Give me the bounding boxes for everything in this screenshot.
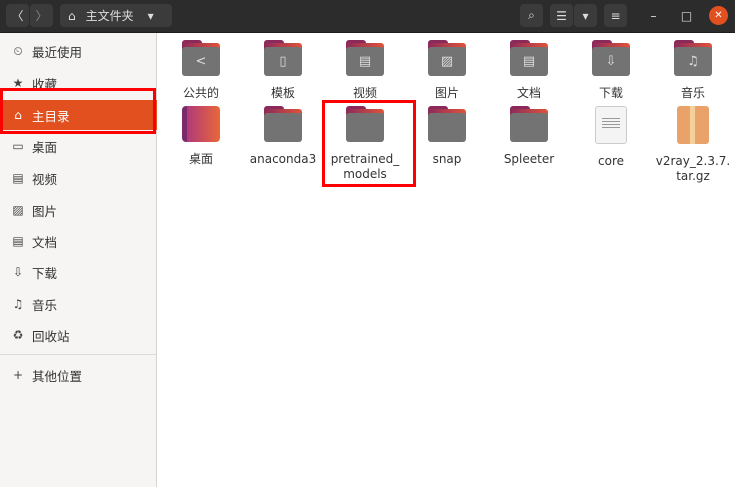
folder-icon [510,106,548,142]
file-name: 文档 [516,86,541,100]
file-item[interactable]: v2ray_2.3.7. tar.gz [652,106,734,184]
file-item[interactable]: Spleeter [488,106,570,167]
file-name: 桌面 [188,152,213,166]
file-name: Spleeter [503,152,555,166]
sidebar-icon: ⇩ [12,265,24,279]
file-name: anaconda3 [249,152,317,166]
location-button[interactable]: ⌂ 主文件夹 ▾ [60,4,172,27]
folder-icon: ♫ [674,40,712,76]
file-item[interactable]: ⇩ 下载 [570,40,652,101]
sidebar-item-label: 其他位置 [32,368,83,384]
file-name: 公共的 [182,86,219,100]
archive-icon [677,106,709,144]
file-name: v2ray_2.3.7. tar.gz [655,154,731,183]
sidebar-item-label: 桌面 [32,139,58,155]
sidebar-icon: ▨ [12,203,24,217]
text-file-icon [595,106,627,144]
sidebar-item-label: 最近使用 [32,44,83,60]
file-item[interactable]: anaconda3 [242,106,324,167]
desktop-folder-icon [182,106,220,142]
sidebar-icon: ▭ [12,139,24,153]
file-name: 模板 [270,86,295,100]
sidebar-item-3[interactable]: ▭ 桌面 [0,131,157,161]
folder-icon: ▤ [510,40,548,76]
sidebar-item-label: 图片 [32,203,58,219]
sidebar-item-other-locations[interactable]: + 其他位置 [0,360,157,390]
sidebar-icon: ▤ [12,234,24,248]
sidebar-icon: ♫ [12,297,24,311]
sidebar-item-7[interactable]: ⇩ 下载 [0,257,157,287]
sidebar-item-label: 下载 [32,265,58,281]
sidebar-icon: ▤ [12,171,24,185]
folder-icon [346,106,384,142]
sidebar-icon: ⌂ [14,108,22,122]
sidebar: ⏲ 最近使用 ★ 收藏 ⌂ 主目录 ▭ 桌面 ▤ 视频 ▨ 图片 ▤ 文档 ⇩ 下载 ♫ 音乐 ♻ 回收站 + 其他位置 [0,33,157,487]
sidebar-icon: ⏲ [13,43,23,58]
file-name: snap [432,152,462,166]
file-item[interactable]: ♫ 音乐 [652,40,734,101]
minimize-button[interactable]: – [642,4,665,27]
file-item[interactable]: core [570,106,652,169]
sidebar-icon: ♻ [12,328,24,342]
plus-icon: + [12,368,24,382]
file-name: 视频 [352,86,377,100]
folder-icon: ▤ [346,40,384,76]
folder-icon [264,106,302,142]
folder-icon: ▨ [428,40,466,76]
forward-button[interactable]: 〉 [30,4,53,27]
chevron-down-icon: ▾ [147,8,154,23]
sidebar-item-6[interactable]: ▤ 文档 [0,226,157,256]
back-button[interactable]: 〈 [6,4,29,27]
sidebar-icon: ★ [12,76,24,90]
header-bar: 〈 〉 ⌂ 主文件夹 ▾ ⌕ ☰ ▾ ≡ – □ ✕ [0,0,735,33]
file-item[interactable]: ▤ 文档 [488,40,570,101]
home-icon: ⌂ [68,8,76,23]
file-item[interactable]: pretrained_ models [324,106,406,182]
sidebar-item-8[interactable]: ♫ 音乐 [0,289,157,319]
search-button[interactable]: ⌕ [520,4,543,27]
menu-button[interactable]: ≡ [604,4,627,27]
folder-icon: ▯ [264,40,302,76]
sidebar-item-1[interactable]: ★ 收藏 [0,68,157,98]
file-name: 下载 [598,86,623,100]
sidebar-item-label: 主目录 [32,108,70,124]
folder-icon: < [182,40,220,76]
sidebar-item-label: 文档 [32,234,58,250]
close-button[interactable]: ✕ [709,6,728,25]
folder-icon: ⇩ [592,40,630,76]
file-name: 音乐 [680,86,705,100]
sidebar-item-4[interactable]: ▤ 视频 [0,163,157,193]
maximize-button[interactable]: □ [675,4,698,27]
sidebar-item-0[interactable]: ⏲ 最近使用 [0,36,157,66]
file-name: 图片 [434,86,459,100]
location-label: 主文件夹 [85,9,134,23]
file-name: core [598,154,624,168]
sidebar-item-9[interactable]: ♻ 回收站 [0,320,157,350]
file-item[interactable]: < 公共的 [160,40,242,101]
file-item[interactable]: ▤ 视频 [324,40,406,101]
sidebar-item-2[interactable]: ⌂ 主目录 [0,100,157,130]
view-options-button[interactable]: ▾ [574,4,597,27]
file-item[interactable]: snap [406,106,488,167]
sidebar-item-label: 收藏 [32,76,58,92]
file-name: pretrained_ models [330,152,400,181]
sidebar-divider [0,354,157,355]
sidebar-item-label: 音乐 [32,297,58,313]
sidebar-item-label: 回收站 [32,328,70,344]
file-item[interactable]: ▯ 模板 [242,40,324,101]
folder-icon [428,106,466,142]
sidebar-item-5[interactable]: ▨ 图片 [0,195,157,225]
file-item[interactable]: ▨ 图片 [406,40,488,101]
file-item[interactable]: 桌面 [160,106,242,167]
list-view-button[interactable]: ☰ [550,4,573,27]
sidebar-item-label: 视频 [32,171,58,187]
